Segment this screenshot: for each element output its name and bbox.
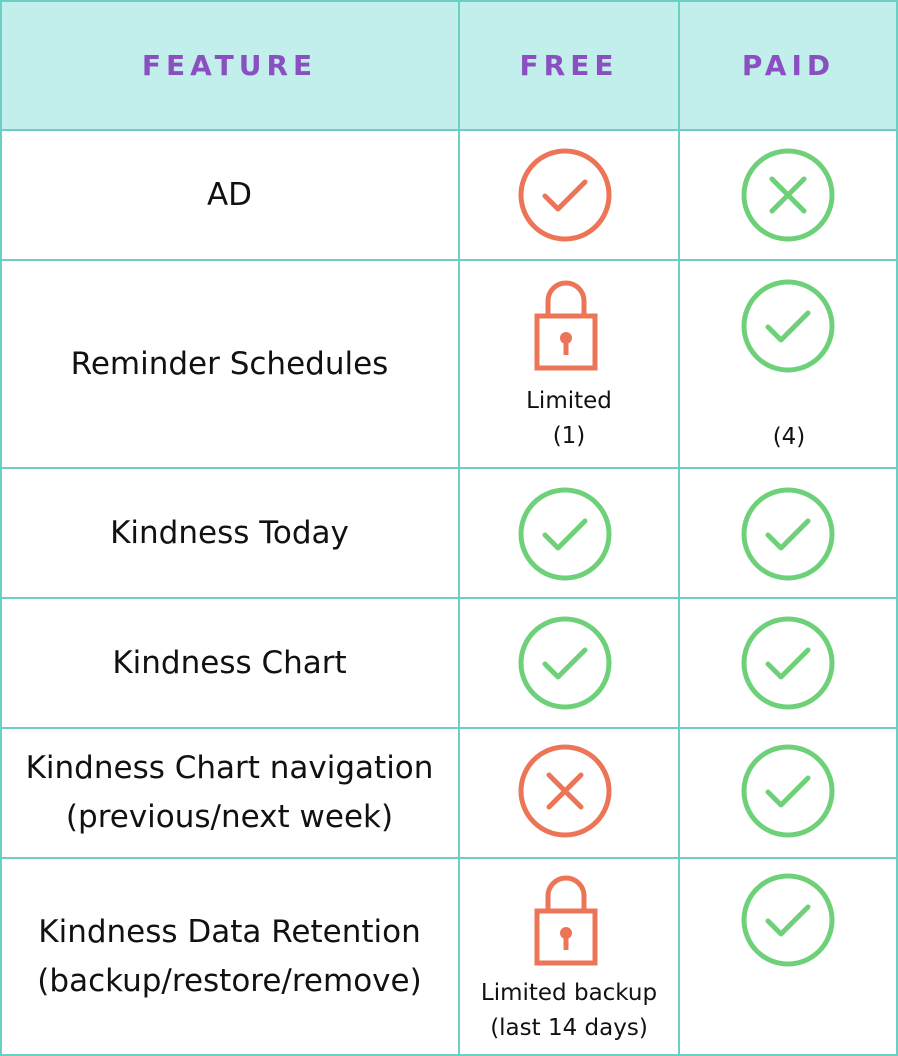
check-circle-icon — [518, 148, 612, 242]
note-line: (1) — [552, 423, 586, 449]
grid-line — [0, 129, 898, 131]
row-ad-feature: AD — [0, 130, 459, 260]
grid-line — [0, 0, 898, 2]
feature-label: (previous/next week) — [65, 799, 394, 835]
paid-note: (4) — [679, 420, 898, 455]
grid-line — [678, 0, 680, 1056]
row-data-retention-feature: Kindness Data Retention (backup/restore/… — [0, 858, 459, 1056]
grid-line — [458, 0, 460, 1056]
feature-label: AD — [206, 176, 253, 213]
row-chart-navigation-feature: Kindness Chart navigation (previous/next… — [0, 728, 459, 858]
header-feature-label: FEATURE — [141, 48, 318, 82]
x-circle-icon — [741, 148, 835, 242]
feature-comparison-table: FEATURE FREE PAID AD Reminder Schedules … — [0, 0, 898, 1056]
check-circle-icon — [518, 616, 612, 710]
x-circle-icon — [518, 744, 612, 838]
free-note: Limited backup (last 14 days) — [459, 976, 679, 1046]
note-line: Limited backup — [480, 980, 658, 1006]
grid-line — [0, 467, 898, 469]
grid-line — [0, 259, 898, 261]
note-line: (4) — [772, 424, 806, 450]
grid-line — [0, 857, 898, 859]
note-line: (last 14 days) — [490, 1015, 648, 1041]
check-circle-icon — [518, 487, 612, 581]
check-circle-icon — [741, 487, 835, 581]
check-circle-icon — [741, 744, 835, 838]
header-paid-label: PAID — [741, 48, 836, 82]
row-kindness-today-feature: Kindness Today — [0, 468, 459, 598]
feature-label: Kindness Today — [110, 514, 349, 551]
feature-label: (backup/restore/remove) — [37, 963, 422, 999]
row-kindness-chart-feature: Kindness Chart — [0, 598, 459, 728]
grid-line — [0, 597, 898, 599]
feature-label: Kindness Data Retention — [38, 914, 421, 950]
row-reminder-feature: Reminder Schedules — [0, 260, 459, 468]
feature-label: Kindness Chart navigation — [25, 750, 434, 786]
note-line: Limited — [526, 388, 612, 414]
grid-line — [0, 0, 2, 1056]
header-free: FREE — [459, 0, 679, 130]
header-paid: PAID — [679, 0, 898, 130]
feature-label: Kindness Chart — [112, 644, 347, 681]
check-circle-icon — [741, 616, 835, 710]
check-circle-icon — [741, 873, 835, 967]
header-free-label: FREE — [519, 48, 619, 82]
free-note: Limited (1) — [459, 384, 679, 454]
lock-icon — [534, 875, 598, 966]
header-feature: FEATURE — [0, 0, 459, 130]
feature-label: Reminder Schedules — [70, 345, 389, 382]
check-circle-icon — [741, 279, 835, 373]
lock-icon — [534, 280, 598, 371]
grid-line — [0, 727, 898, 729]
